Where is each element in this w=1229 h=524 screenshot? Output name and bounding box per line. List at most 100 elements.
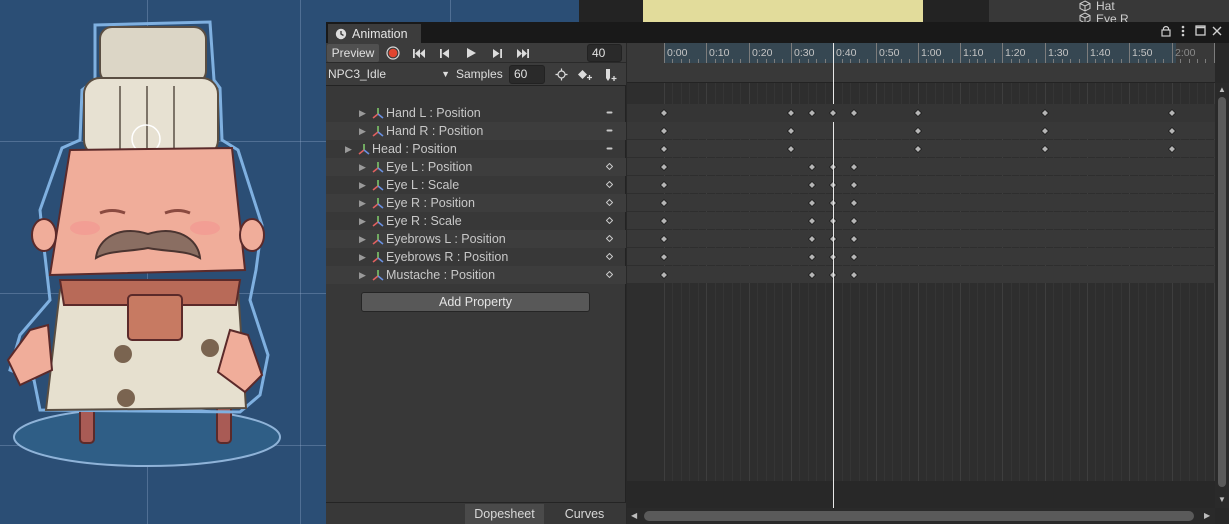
dopesheet-row[interactable] — [627, 158, 1215, 175]
previous-keyframe-button[interactable] — [432, 44, 458, 62]
keyframe[interactable] — [1168, 145, 1176, 153]
maximize-icon[interactable] — [1193, 25, 1207, 39]
keyframe[interactable] — [808, 163, 816, 171]
keyframe[interactable] — [660, 163, 668, 171]
dopesheet-row[interactable] — [627, 266, 1215, 283]
vertical-scrollbar[interactable]: ▲ ▼ — [1215, 83, 1229, 508]
dopesheet-row[interactable] — [627, 230, 1215, 247]
keyframe[interactable] — [660, 181, 668, 189]
keyframe-toggle-icon[interactable] — [606, 145, 613, 152]
dopesheet-area[interactable] — [627, 83, 1215, 481]
event-strip[interactable] — [627, 63, 1215, 83]
expand-arrow-icon[interactable]: ▶ — [359, 108, 371, 119]
scene-view[interactable] — [0, 0, 326, 524]
keyframe[interactable] — [850, 253, 858, 261]
preview-button[interactable]: Preview — [327, 44, 379, 62]
dopesheet-row[interactable] — [627, 176, 1215, 193]
keyframe[interactable] — [660, 271, 668, 279]
scroll-down-icon[interactable]: ▼ — [1218, 495, 1226, 504]
property-row[interactable]: ▶ Hand R : Position — [326, 122, 626, 140]
keyframe[interactable] — [660, 199, 668, 207]
property-row[interactable]: ▶ Eyebrows L : Position — [326, 230, 626, 248]
expand-arrow-icon[interactable]: ▶ — [359, 270, 371, 281]
keyframe[interactable] — [660, 253, 668, 261]
keyframe[interactable] — [808, 217, 816, 225]
keyframe[interactable] — [1041, 145, 1049, 153]
expand-arrow-icon[interactable]: ▶ — [359, 234, 371, 245]
keyframe[interactable] — [808, 181, 816, 189]
keyframe[interactable] — [808, 109, 816, 117]
first-keyframe-button[interactable] — [406, 44, 432, 62]
filter-by-selection-button[interactable] — [549, 65, 573, 84]
keyframe[interactable] — [850, 163, 858, 171]
keyframe[interactable] — [829, 109, 837, 117]
add-property-button[interactable]: Add Property — [361, 292, 590, 312]
keyframe[interactable] — [850, 271, 858, 279]
expand-arrow-icon[interactable]: ▶ — [359, 216, 371, 227]
add-keyframe-button[interactable] — [573, 65, 597, 84]
expand-arrow-icon[interactable]: ▶ — [359, 252, 371, 263]
keyframe[interactable] — [1168, 109, 1176, 117]
add-event-button[interactable] — [598, 65, 622, 84]
dopesheet-row[interactable] — [627, 212, 1215, 229]
scroll-right-icon[interactable]: ▶ — [1204, 511, 1210, 520]
kebab-menu-icon[interactable] — [1176, 25, 1190, 40]
dopesheet-row[interactable] — [627, 248, 1215, 265]
tab-curves[interactable]: Curves — [544, 504, 625, 524]
keyframe[interactable] — [660, 127, 668, 135]
keyframe[interactable] — [850, 109, 858, 117]
property-row[interactable]: ▶ Eye R : Scale — [326, 212, 626, 230]
keyframe-toggle-icon[interactable] — [606, 253, 613, 260]
property-row[interactable]: ▶ Hand L : Position — [326, 104, 626, 122]
horizontal-scrollbar[interactable]: ◀ ▶ — [627, 508, 1215, 524]
keyframe[interactable] — [787, 145, 795, 153]
keyframe-toggle-icon[interactable] — [606, 163, 613, 170]
keyframe[interactable] — [660, 235, 668, 243]
hierarchy-item[interactable]: Eye R — [1079, 12, 1129, 22]
keyframe-toggle-icon[interactable] — [606, 271, 613, 278]
horizontal-scroll-thumb[interactable] — [644, 511, 1194, 521]
keyframe[interactable] — [787, 127, 795, 135]
keyframe[interactable] — [850, 199, 858, 207]
keyframe-toggle-icon[interactable] — [606, 127, 613, 134]
next-keyframe-button[interactable] — [484, 44, 510, 62]
property-row[interactable]: ▶ Eye L : Scale — [326, 176, 626, 194]
keyframe[interactable] — [914, 109, 922, 117]
keyframe-toggle-icon[interactable] — [606, 235, 613, 242]
keyframe[interactable] — [787, 109, 795, 117]
keyframe-toggle-icon[interactable] — [606, 109, 613, 116]
keyframe[interactable] — [660, 109, 668, 117]
keyframe[interactable] — [850, 181, 858, 189]
property-row[interactable]: ▶ Eyebrows R : Position — [326, 248, 626, 266]
clip-dropdown[interactable]: NPC3_Idle ▼ — [328, 65, 452, 84]
play-button[interactable] — [458, 44, 484, 62]
expand-arrow-icon[interactable]: ▶ — [345, 144, 357, 155]
keyframe[interactable] — [808, 271, 816, 279]
game-view-area[interactable] — [643, 0, 923, 22]
chef-character-sprite[interactable] — [0, 0, 326, 524]
keyframe[interactable] — [1041, 109, 1049, 117]
keyframe[interactable] — [808, 199, 816, 207]
timeline-ruler[interactable]: 0:00 0:10 0:20 0:30 0:40 0:50 1:00 1:10 1:20 1:30… — [627, 43, 1215, 63]
keyframe-toggle-icon[interactable] — [606, 181, 613, 188]
keyframe[interactable] — [850, 235, 858, 243]
keyframe[interactable] — [1041, 127, 1049, 135]
samples-field[interactable]: 60 — [509, 65, 545, 84]
vertical-scroll-thumb[interactable] — [1218, 97, 1226, 487]
property-row[interactable]: ▶ Head : Position — [326, 140, 626, 158]
record-button[interactable] — [380, 44, 406, 62]
dopesheet-row[interactable] — [627, 194, 1215, 211]
scroll-up-icon[interactable]: ▲ — [1218, 85, 1226, 94]
expand-arrow-icon[interactable]: ▶ — [359, 126, 371, 137]
keyframe[interactable] — [850, 217, 858, 225]
keyframe-toggle-icon[interactable] — [606, 199, 613, 206]
property-row[interactable]: ▶ Eye L : Position — [326, 158, 626, 176]
tab-dopesheet[interactable]: Dopesheet — [465, 504, 544, 524]
expand-arrow-icon[interactable]: ▶ — [359, 162, 371, 173]
lock-icon[interactable] — [1159, 25, 1173, 40]
property-row[interactable]: ▶ Eye R : Position — [326, 194, 626, 212]
keyframe-toggle-icon[interactable] — [606, 217, 613, 224]
keyframe[interactable] — [808, 235, 816, 243]
keyframe[interactable] — [1168, 127, 1176, 135]
keyframe[interactable] — [914, 127, 922, 135]
